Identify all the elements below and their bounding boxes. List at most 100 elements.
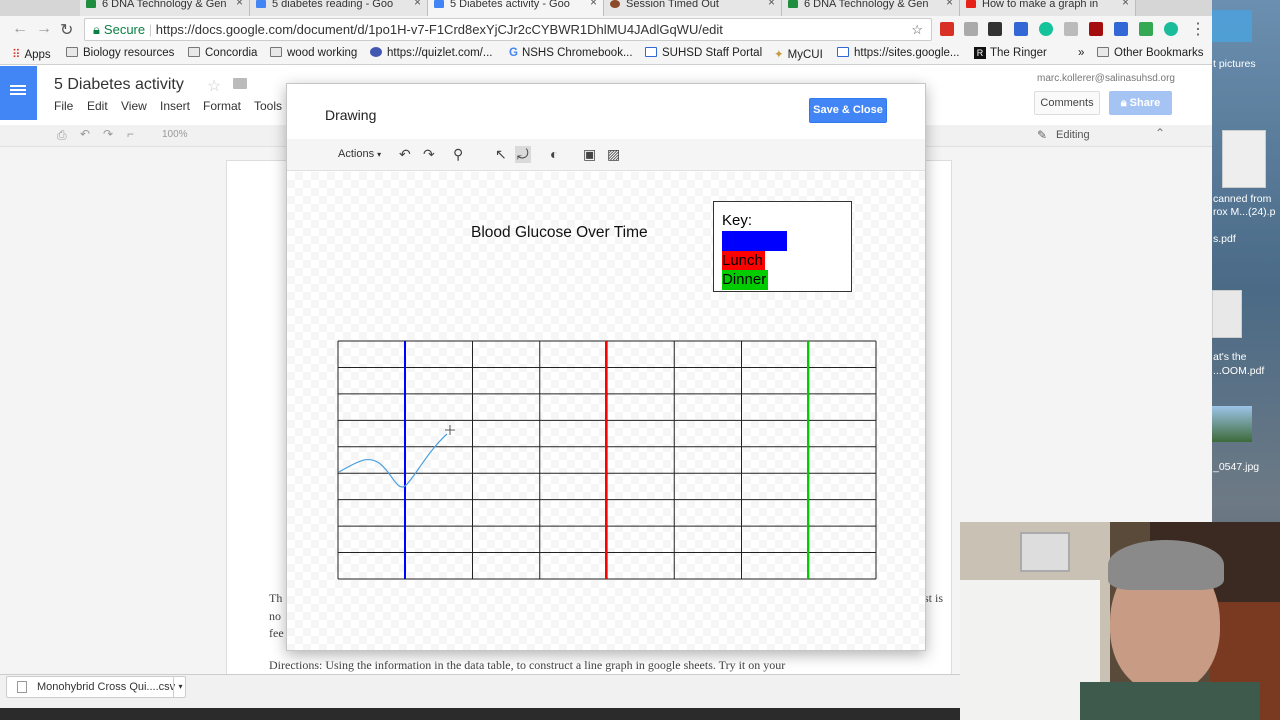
- save-and-close-button[interactable]: Save & Close: [809, 98, 887, 123]
- url-text: https://docs.google.com/document/d/1po1H…: [155, 22, 723, 37]
- menu-insert[interactable]: Insert: [160, 99, 190, 113]
- browser-tab[interactable]: How to make a graph in ×: [960, 0, 1136, 16]
- directions-text: Directions: Using the information in the…: [269, 658, 786, 672]
- menu-tools[interactable]: Tools: [254, 99, 282, 113]
- desktop-image-icon[interactable]: [1212, 406, 1252, 442]
- extension-icon[interactable]: [1089, 22, 1103, 36]
- forward-icon[interactable]: →: [36, 20, 52, 38]
- page-icon: [837, 47, 849, 57]
- menu-file[interactable]: File: [54, 99, 73, 113]
- extension-icon[interactable]: [1114, 22, 1128, 36]
- paint-format-icon[interactable]: ⌐: [127, 127, 134, 141]
- close-tab-icon[interactable]: ×: [236, 0, 243, 8]
- bookmark-link[interactable]: ✦ MyCUI: [774, 47, 823, 61]
- bookmark-link[interactable]: SUHSD Staff Portal: [645, 47, 762, 59]
- close-tab-icon[interactable]: ×: [1122, 0, 1129, 8]
- star-icon[interactable]: ☆: [207, 76, 221, 96]
- menu-format[interactable]: Format: [203, 99, 241, 113]
- grammarly-icon[interactable]: [1039, 22, 1053, 36]
- bookmark-link[interactable]: R The Ringer: [974, 47, 1047, 59]
- browser-tab[interactable]: Session Timed Out ×: [604, 0, 782, 16]
- editing-mode-select[interactable]: Editing: [1056, 129, 1090, 141]
- quizlet-icon: [370, 47, 382, 57]
- bookmark-folder[interactable]: Concordia: [188, 47, 257, 59]
- extension-icon[interactable]: [964, 22, 978, 36]
- ringer-icon: R: [974, 47, 986, 59]
- download-item[interactable]: Monohybrid Cross Qui....csv ▾: [6, 676, 186, 698]
- menu-edit[interactable]: Edit: [87, 99, 108, 113]
- lock-icon: 🔒︎: [1120, 97, 1130, 109]
- glucose-curve-line[interactable]: [338, 433, 448, 488]
- desktop-file-icon[interactable]: [1212, 290, 1242, 338]
- crosshair-cursor-icon: [445, 425, 455, 435]
- actions-menu[interactable]: Actions ▾: [338, 148, 381, 160]
- text-box-icon[interactable]: ▣: [583, 146, 596, 163]
- secure-label: Secure: [103, 22, 146, 37]
- browser-tab[interactable]: 5 diabetes reading - Goo ×: [250, 0, 428, 16]
- desktop-file-icon[interactable]: [1212, 10, 1252, 42]
- browser-tab[interactable]: 6 DNA Technology & Gen ×: [782, 0, 960, 16]
- chrome-menu-icon[interactable]: ⋮: [1190, 19, 1206, 39]
- undo-icon[interactable]: ↶: [80, 127, 90, 141]
- folder-icon: [270, 47, 282, 57]
- page-icon: [645, 47, 657, 57]
- tab-favicon-icon: [86, 0, 96, 8]
- body-text-fragment: Th: [269, 591, 283, 605]
- bookmark-folder[interactable]: Biology resources: [66, 47, 174, 59]
- mycui-icon: ✦: [774, 49, 784, 61]
- redo-icon[interactable]: ↷: [103, 127, 113, 141]
- dropdown-arrow-icon: ▾: [377, 150, 382, 159]
- zoom-select[interactable]: 100%: [162, 129, 188, 140]
- bookmark-link[interactable]: G NSHS Chromebook...: [509, 47, 633, 59]
- comments-button[interactable]: Comments: [1034, 91, 1100, 115]
- undo-icon[interactable]: ↶: [399, 146, 411, 163]
- bookmark-link[interactable]: https://quizlet.com/...: [370, 47, 492, 59]
- pencil-icon: ✎: [1037, 128, 1048, 142]
- bookmark-star-icon[interactable]: ☆: [911, 19, 923, 40]
- reload-icon[interactable]: ↻: [60, 20, 73, 40]
- extension-icon[interactable]: [1139, 22, 1153, 36]
- close-tab-icon[interactable]: ×: [414, 0, 421, 8]
- bookmark-link[interactable]: https://sites.google...: [837, 47, 959, 59]
- document-title[interactable]: 5 Diabetes activity: [54, 76, 184, 94]
- desktop-file-label: ...OOM.pdf: [1213, 365, 1265, 377]
- tab-favicon-icon: [788, 0, 798, 8]
- menu-view[interactable]: View: [121, 99, 147, 113]
- bookmark-folder-other[interactable]: Other Bookmarks: [1097, 47, 1203, 59]
- redo-icon[interactable]: ↷: [423, 146, 435, 163]
- bookmark-folder[interactable]: wood working: [270, 47, 357, 59]
- browser-tab-active[interactable]: 5 Diabetes activity - Goo ×: [428, 0, 604, 16]
- extension-icon[interactable]: [1064, 22, 1078, 36]
- close-tab-icon[interactable]: ×: [768, 0, 775, 8]
- extension-icon[interactable]: [988, 22, 1002, 36]
- body-text-fragment: fee: [269, 626, 284, 640]
- account-email[interactable]: marc.kollerer@salinasuhsd.org: [1037, 73, 1175, 84]
- shape-tool-icon[interactable]: ◐: [550, 146, 558, 162]
- tab-favicon-icon: [256, 0, 266, 8]
- docs-home-icon[interactable]: [0, 66, 37, 120]
- folder-icon[interactable]: [233, 78, 247, 89]
- file-icon: [17, 681, 27, 693]
- close-tab-icon[interactable]: ×: [946, 0, 953, 8]
- close-tab-icon[interactable]: ×: [590, 0, 597, 8]
- chevron-down-icon[interactable]: ▾: [173, 677, 187, 697]
- more-bookmarks-button[interactable]: »: [1078, 47, 1084, 59]
- extension-icon[interactable]: [1164, 22, 1178, 36]
- tab-favicon-icon: [434, 0, 444, 8]
- print-icon[interactable]: ⎙: [57, 128, 67, 143]
- zoom-icon[interactable]: ⚲: [453, 146, 463, 163]
- desktop-file-label: at's the: [1213, 351, 1247, 363]
- url-bar[interactable]: 🔒︎ Secure | https://docs.google.com/docum…: [84, 18, 932, 41]
- browser-tab[interactable]: 6 DNA Technology & Gen ×: [80, 0, 250, 16]
- select-cursor-icon[interactable]: ↖: [495, 146, 507, 163]
- graph-grid[interactable]: [287, 172, 925, 650]
- back-icon[interactable]: ←: [12, 20, 28, 38]
- extension-icon[interactable]: [1014, 22, 1028, 36]
- collapse-icon[interactable]: ⌃: [1155, 126, 1165, 140]
- desktop-file-icon[interactable]: [1222, 130, 1266, 188]
- image-icon[interactable]: ▨: [607, 146, 620, 163]
- line-tool-icon[interactable]: ⤾: [515, 146, 531, 163]
- bookmark-apps[interactable]: ⠿ Apps: [12, 47, 51, 61]
- share-button[interactable]: 🔒︎ Share: [1109, 91, 1172, 115]
- extension-icon[interactable]: [940, 22, 954, 36]
